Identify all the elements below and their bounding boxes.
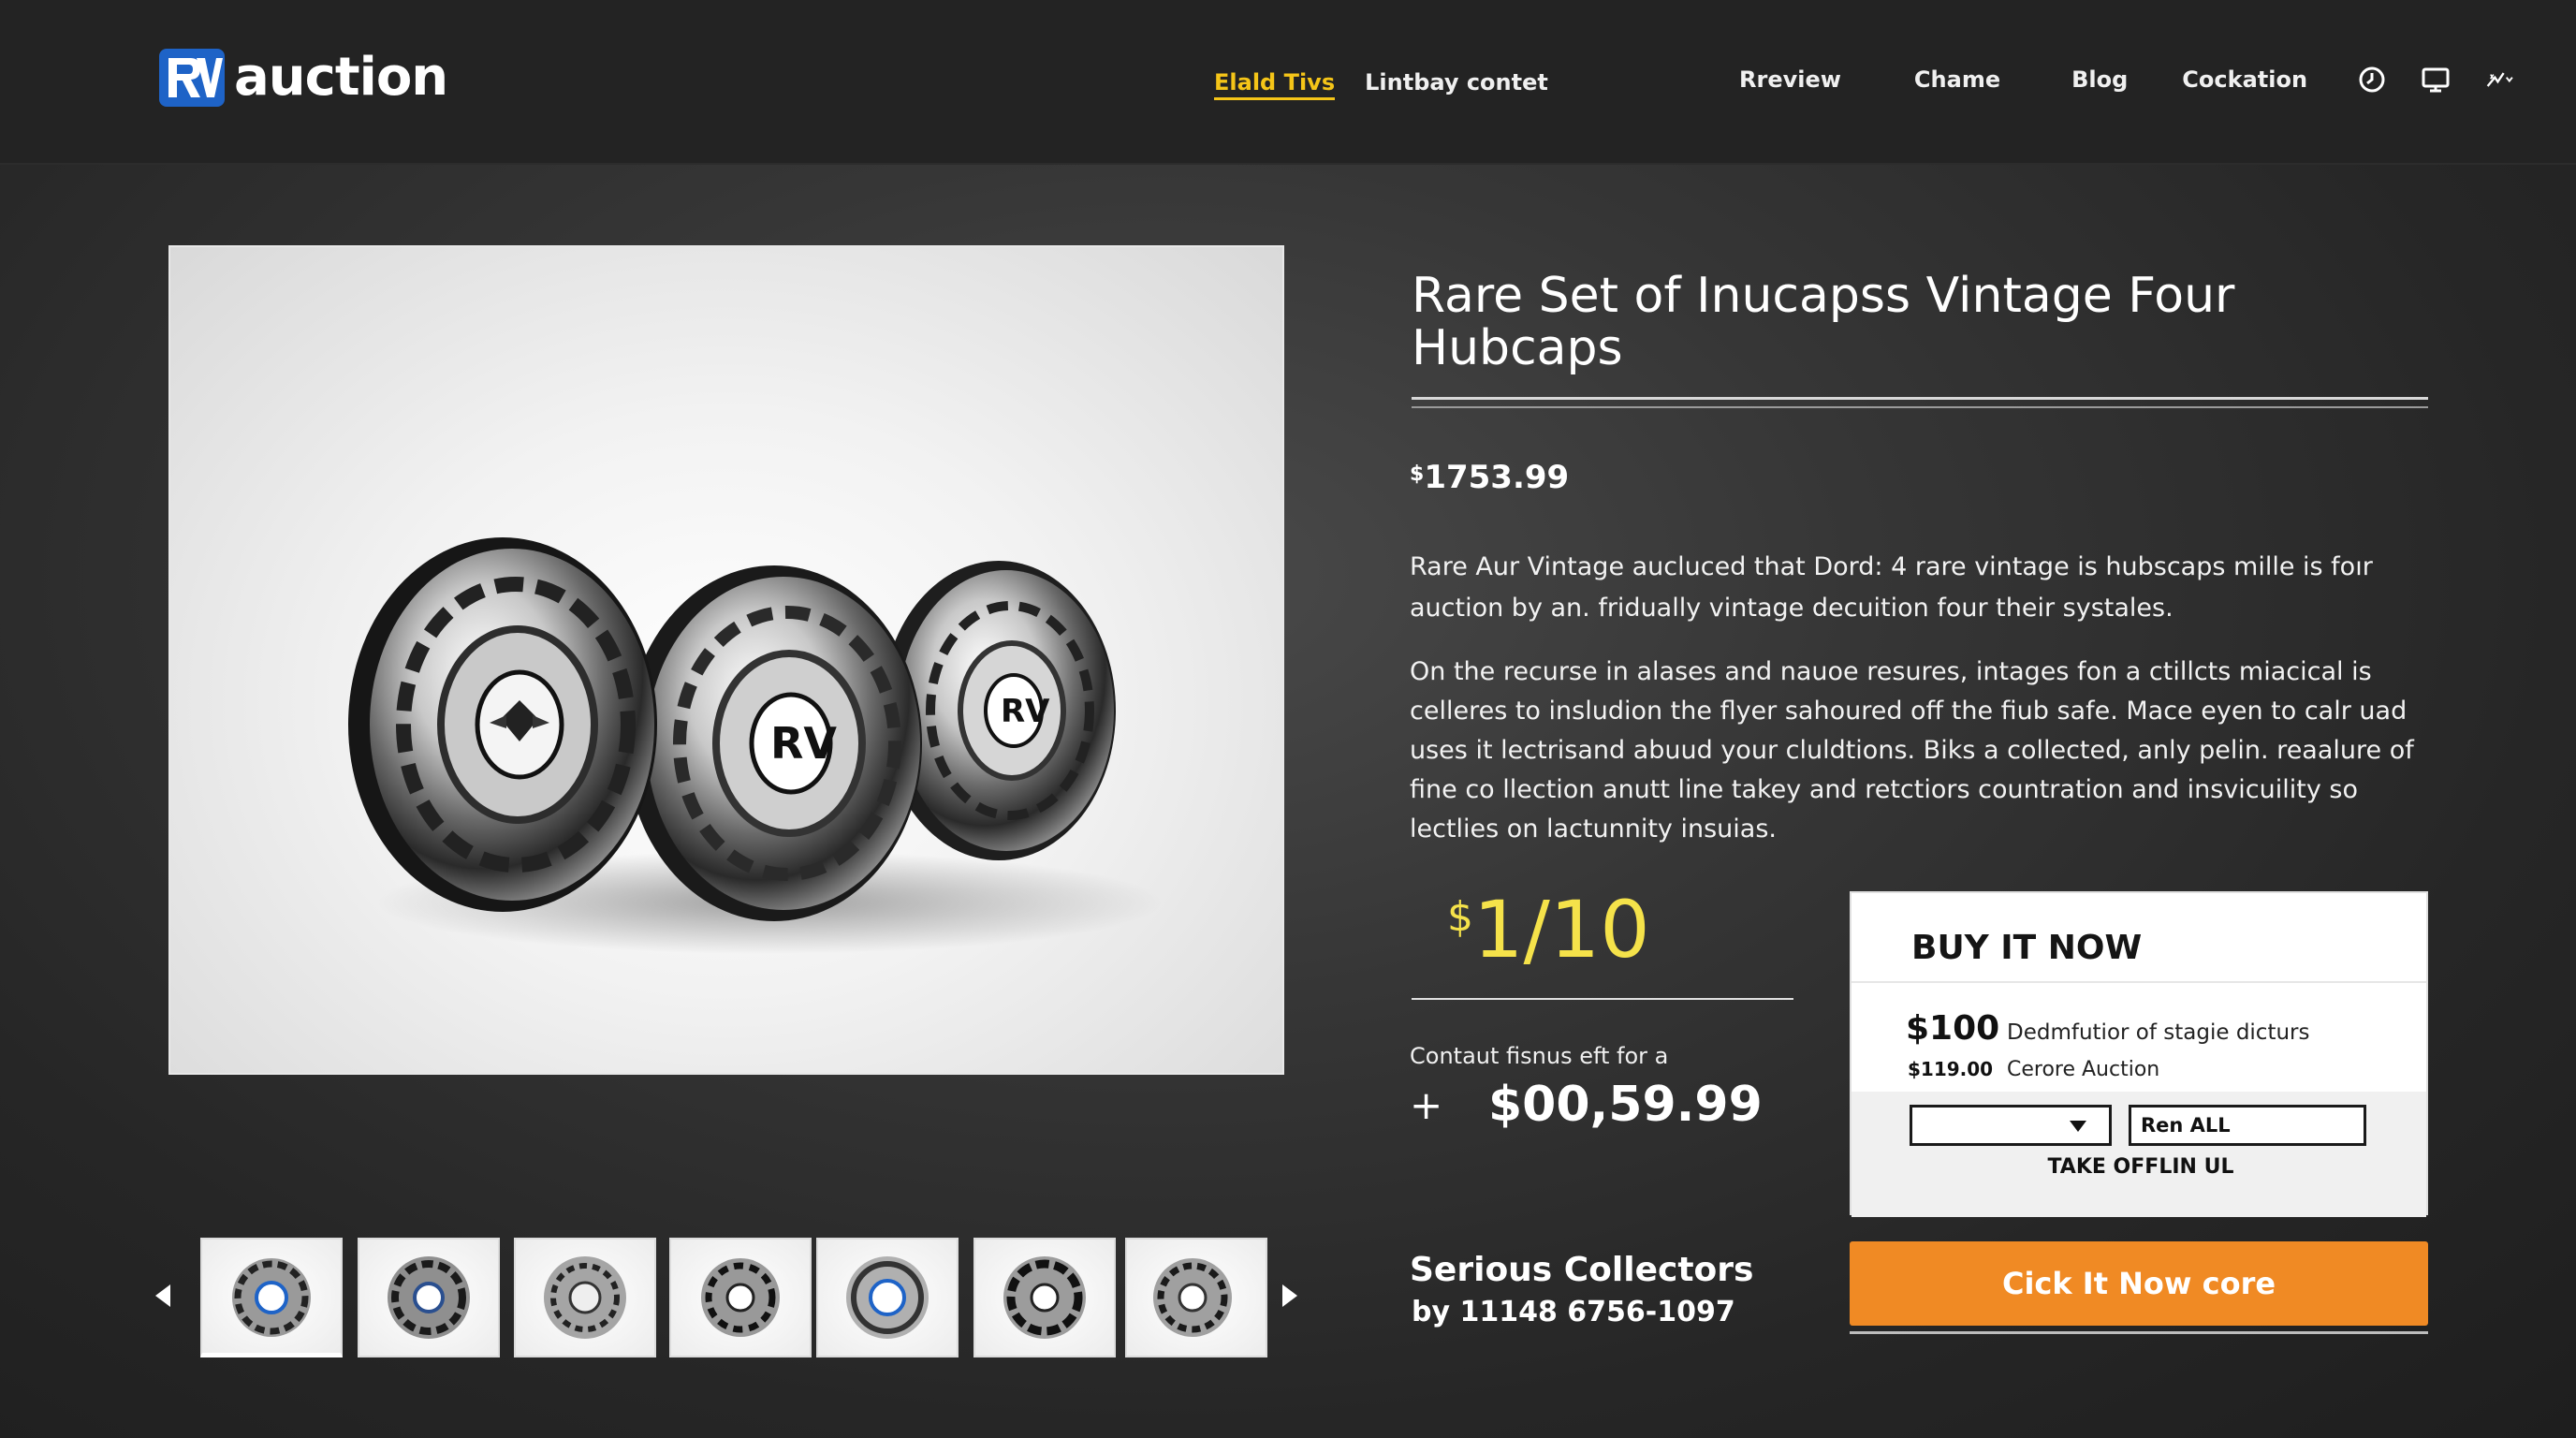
logo-icon: [159, 48, 225, 107]
quantity-select[interactable]: [1910, 1105, 2112, 1146]
thumbnail-5[interactable]: [816, 1238, 959, 1357]
thumbnail-4[interactable]: [669, 1238, 812, 1357]
svg-text:RV: RV: [1001, 693, 1050, 730]
main-navigation: Rreview Chame Blog Cockation: [1739, 64, 2547, 95]
brand-name: auction: [234, 47, 448, 108]
subnav-active-tab[interactable]: Elald Tivs: [1214, 69, 1336, 100]
buy-it-now-card: BUY IT NOW $100 Dedmfutior of stagie dic…: [1850, 891, 2430, 1217]
thumbnail-next-arrow[interactable]: [1282, 1284, 1297, 1307]
chevron-down-icon: [2070, 1121, 2086, 1132]
thumbnail-2[interactable]: [358, 1238, 500, 1357]
buy-option-amount: $100: [1906, 1009, 2000, 1048]
nav-link-chame[interactable]: Chame: [1914, 66, 2000, 93]
buy-card-divider: [1852, 981, 2426, 983]
thumbnail-3[interactable]: [514, 1238, 656, 1357]
buy-option-amount: $119.00: [1908, 1058, 1994, 1080]
contact-label: Contaut fisnus eft for a: [1410, 1043, 1669, 1069]
buy-option-row-2: $119.00 Cerore Auction: [1908, 1058, 2159, 1081]
clock-icon[interactable]: [2356, 64, 2388, 95]
take-offline-link[interactable]: TAKE OFFLIN UL: [1852, 1155, 2430, 1179]
nav-link-review[interactable]: Rreview: [1739, 66, 1841, 93]
product-description-details: On the recurse in alases and nauoe resur…: [1410, 657, 2414, 844]
listing-price-currency: $: [1410, 462, 1425, 486]
hubcap-2: RV: [626, 565, 922, 921]
nav-link-cockation[interactable]: Cockation: [2182, 66, 2307, 93]
product-description-summary: Rare Aur Vintage aucluced that Dord: 4 r…: [1410, 552, 2373, 623]
product-title: Rare Set of Inucapss Vintage Four Hubcap…: [1412, 268, 2235, 376]
thumbnail-7[interactable]: [1125, 1238, 1267, 1357]
bid-divider: [1412, 998, 1793, 1000]
thumbnail-1[interactable]: [200, 1238, 343, 1357]
current-bid: $1/10: [1447, 884, 1650, 976]
top-header: auction Elald Tivs Lintbay contet Rrevie…: [0, 0, 2576, 165]
listing-price-value: 1753.99: [1424, 459, 1570, 496]
contact-price: $00,59.99: [1488, 1077, 1763, 1133]
title-divider-secondary: [1412, 406, 2428, 408]
subnav-tab[interactable]: Lintbay contet: [1365, 69, 1548, 100]
sub-navigation: Elald Tivs Lintbay contet: [1214, 69, 1548, 100]
contact-price-row: + $00,59.99: [1410, 1077, 1763, 1133]
plus-icon[interactable]: +: [1410, 1082, 1488, 1128]
monitor-icon[interactable]: [2420, 64, 2452, 95]
current-bid-value: 1/10: [1473, 884, 1650, 976]
thumbnail-6[interactable]: [973, 1238, 1116, 1357]
cta-divider: [1850, 1331, 2428, 1334]
buy-option-label: Dedmfutior of stagie dicturs: [2007, 1020, 2310, 1045]
thumbnail-prev-arrow[interactable]: [155, 1284, 170, 1307]
svg-text:RV: RV: [770, 718, 837, 769]
site-logo[interactable]: auction: [159, 47, 448, 108]
settings-sparkle-icon[interactable]: [2483, 64, 2515, 95]
click-it-now-button[interactable]: Cick It Now core: [1850, 1241, 2428, 1326]
title-divider: [1412, 397, 2428, 400]
buy-option-label: Cerore Auction: [2007, 1058, 2160, 1081]
buy-option-row-1: $100 Dedmfutior of stagie dicturs: [1906, 1009, 2309, 1048]
product-main-image[interactable]: RV RV: [168, 245, 1284, 1075]
buy-it-now-title: BUY IT NOW: [1911, 929, 2143, 967]
current-bid-currency: $: [1447, 893, 1473, 941]
nav-link-blog[interactable]: Blog: [2071, 66, 2128, 93]
seller-id: by 11148 6756-1097: [1412, 1296, 1735, 1328]
seller-name[interactable]: Serious Collectors: [1410, 1251, 1753, 1289]
hubcap-1: [348, 537, 657, 912]
listing-price: $1753.99: [1410, 459, 1569, 496]
buy-option-input[interactable]: Ren ALL: [2129, 1105, 2366, 1146]
